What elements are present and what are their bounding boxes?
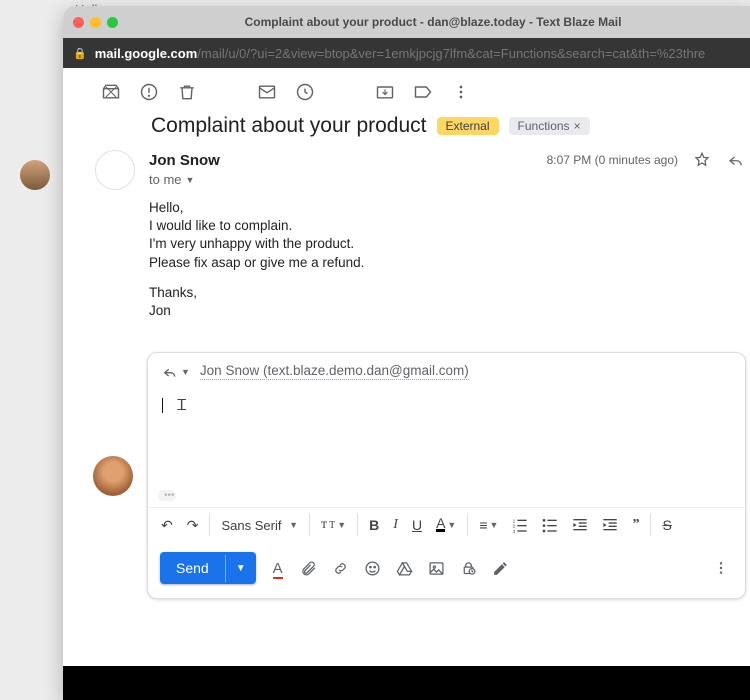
compose-box: ▼ Jon Snow (text.blaze.demo.dan@gmail.co… <box>147 352 746 599</box>
insert-link-icon[interactable] <box>332 560 352 577</box>
send-button[interactable]: Send ▼ <box>160 552 256 584</box>
body-line: I would like to complain. <box>149 217 750 235</box>
lock-icon: 🔒 <box>73 47 87 60</box>
external-chip: External <box>437 117 499 135</box>
body-line: I'm very unhappy with the product. <box>149 235 750 253</box>
more-icon[interactable] <box>451 82 471 102</box>
browser-tabbar: Complaint about your product - dan@blaze… <box>63 6 750 38</box>
body-line: Please fix asap or give me a refund. <box>149 254 750 272</box>
url[interactable]: mail.google.com/mail/u/0/?ui=2&view=btop… <box>95 46 706 61</box>
indent-more-button[interactable] <box>599 515 621 535</box>
italic-button[interactable]: I <box>390 515 401 535</box>
text-format-toggle[interactable]: A <box>268 560 288 577</box>
subject: Complaint about your product <box>151 114 427 138</box>
delete-icon[interactable] <box>177 82 197 102</box>
body-line: Hello, <box>149 199 750 217</box>
show-trimmed-button[interactable]: ••• <box>158 490 176 501</box>
remove-chip-icon[interactable]: × <box>574 119 581 133</box>
emoji-icon[interactable] <box>364 560 384 577</box>
labels-icon[interactable] <box>413 82 433 102</box>
format-toolbar: ↶ ↷ Sans Serif ▼ тT ▼ B I U A ▼ <box>148 507 745 542</box>
compose-recipient[interactable]: Jon Snow (text.blaze.demo.dan@gmail.com) <box>200 363 469 380</box>
body-closing: Thanks, <box>149 284 750 302</box>
chevron-down-icon: ▼ <box>289 520 298 530</box>
compose-more-icon[interactable] <box>713 560 733 576</box>
sender-name[interactable]: Jon Snow <box>149 152 220 169</box>
spam-icon[interactable] <box>139 82 159 102</box>
maximize-window-icon[interactable] <box>107 17 118 28</box>
to-details-caret-icon[interactable]: ▼ <box>186 175 195 185</box>
numbered-list-button[interactable]: 123 <box>509 515 531 535</box>
reply-type-button[interactable]: ▼ <box>162 364 190 380</box>
mark-unread-icon[interactable] <box>257 82 277 102</box>
send-label: Send <box>160 552 225 584</box>
reply-type-caret-icon: ▼ <box>181 367 190 377</box>
browser-window: Complaint about your product - dan@blaze… <box>63 6 750 700</box>
text-color-button[interactable]: A ▼ <box>433 516 459 534</box>
font-select-label: Sans Serif <box>221 518 281 533</box>
sender-avatar[interactable] <box>95 150 135 190</box>
quote-button[interactable]: ” <box>629 515 642 535</box>
bulleted-list-button[interactable] <box>539 515 561 535</box>
url-path: /mail/u/0/?ui=2&view=btop&ver=1emkjpcjg7… <box>197 46 705 61</box>
my-avatar[interactable] <box>93 456 133 496</box>
message-time: 8:07 PM (0 minutes ago) <box>547 153 678 167</box>
address-bar[interactable]: 🔒 mail.google.com/mail/u/0/?ui=2&view=bt… <box>63 38 750 68</box>
category-chip[interactable]: Functions × <box>509 117 590 135</box>
confidential-icon[interactable] <box>460 560 480 577</box>
archive-icon[interactable] <box>101 82 121 102</box>
message-header: Jon Snow 8:07 PM (0 minutes ago) <box>149 150 750 170</box>
svg-text:1: 1 <box>513 519 516 524</box>
star-icon[interactable] <box>692 150 712 170</box>
align-button[interactable]: ≡ ▼ <box>476 515 501 535</box>
to-label: to me <box>149 172 182 187</box>
mail-toolbar <box>63 68 750 114</box>
left-avatar <box>20 160 50 190</box>
snooze-icon[interactable] <box>295 82 315 102</box>
close-window-icon[interactable] <box>73 17 84 28</box>
body-signature: Jon <box>149 302 750 320</box>
tab-title[interactable]: Complaint about your product - dan@blaze… <box>126 15 740 29</box>
font-size-button[interactable]: тT ▼ <box>318 515 349 535</box>
underline-button[interactable]: U <box>409 515 425 535</box>
send-options-button[interactable]: ▼ <box>225 555 256 582</box>
send-row: Send ▼ A <box>148 542 745 598</box>
signature-icon[interactable] <box>492 560 512 577</box>
bottom-bar <box>63 666 750 700</box>
redo-button[interactable]: ↷ <box>184 515 202 536</box>
recipient-line[interactable]: to me ▼ <box>149 172 750 187</box>
strikethrough-button[interactable]: S <box>659 515 674 535</box>
minimize-window-icon[interactable] <box>90 17 101 28</box>
svg-text:3: 3 <box>513 529 516 533</box>
subject-row: Complaint about your product External Fu… <box>63 114 750 150</box>
attach-icon[interactable] <box>300 560 320 577</box>
message-body: Hello, I would like to complain. I'm ver… <box>149 199 750 320</box>
drive-icon[interactable] <box>396 560 416 577</box>
bold-button[interactable]: B <box>366 515 382 535</box>
font-select[interactable]: Sans Serif ▼ <box>218 516 301 535</box>
compose-textarea[interactable]: Ꮖ <box>148 390 745 484</box>
window-controls[interactable] <box>73 17 118 28</box>
svg-text:2: 2 <box>513 524 516 529</box>
reply-icon[interactable] <box>726 150 746 170</box>
insert-image-icon[interactable] <box>428 560 448 577</box>
move-to-icon[interactable] <box>375 82 395 102</box>
text-cursor-icon: Ꮖ <box>177 397 185 414</box>
category-chip-label: Functions <box>518 119 570 133</box>
message: Jon Snow 8:07 PM (0 minutes ago) to me ▼… <box>63 150 750 320</box>
compose-section: ▼ Jon Snow (text.blaze.demo.dan@gmail.co… <box>93 352 746 599</box>
indent-less-button[interactable] <box>569 515 591 535</box>
undo-button[interactable]: ↶ <box>158 515 176 536</box>
gmail-content: Complaint about your product External Fu… <box>63 68 750 666</box>
url-host: mail.google.com <box>95 46 198 61</box>
